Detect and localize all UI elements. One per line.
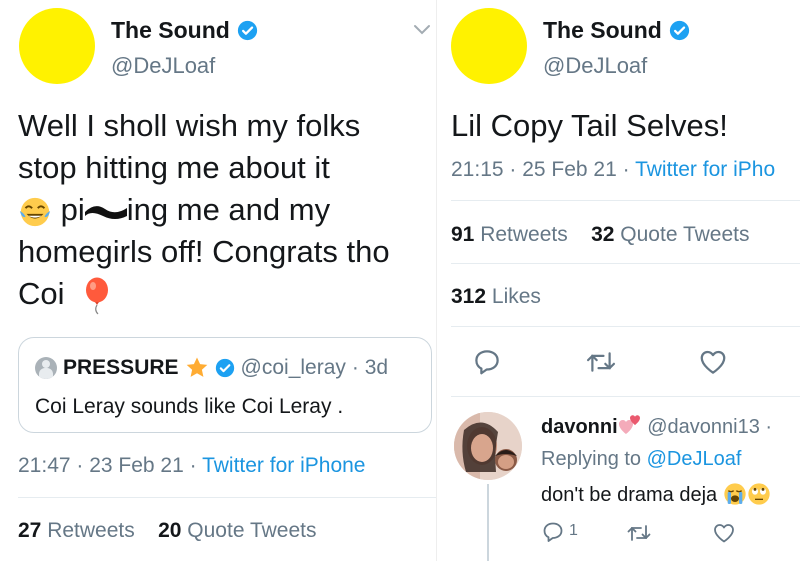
quoted-author-avatar xyxy=(35,357,57,379)
tweet-text: Lil Copy Tail Selves! xyxy=(451,108,728,143)
reply-author-name[interactable]: davonni xyxy=(541,416,618,438)
balloon-emoji xyxy=(86,277,109,315)
divider xyxy=(18,497,436,498)
reply-avatar-photo xyxy=(454,412,522,480)
quoted-author-name: PRESSURE xyxy=(63,356,179,379)
author-handle[interactable]: @DeJLoaf xyxy=(111,53,215,79)
retweet-icon[interactable] xyxy=(626,521,652,545)
retweets-stat[interactable]: 27 Retweets xyxy=(18,519,135,542)
heart-icon[interactable] xyxy=(698,347,728,377)
author-name[interactable]: The Sound xyxy=(543,17,662,44)
tweet-meta: 21:47 · 23 Feb 21 · Twitter for iPhone xyxy=(18,454,365,478)
tweet-timestamp[interactable]: 21:47 · 23 Feb 21 · xyxy=(18,454,202,477)
quoted-time: · 3d xyxy=(351,356,389,379)
quoted-author-handle: @coi_leray xyxy=(240,356,346,379)
reply-text-content: don't be drama deja xyxy=(541,484,718,506)
left-tweet-panel: The Sound @DeJLoaf Well I sholl wish my … xyxy=(0,0,436,561)
loudly-crying-emoji xyxy=(724,483,746,505)
author-name-row[interactable]: The Sound xyxy=(543,17,690,44)
reply-header: davonni @davonni13 · xyxy=(541,414,772,439)
reply-icon[interactable] xyxy=(541,520,565,544)
tweet-timestamp[interactable]: 21:15 · 25 Feb 21 · xyxy=(451,158,635,181)
reply-author-handle[interactable]: @davonni13 · xyxy=(647,416,772,438)
divider xyxy=(451,326,800,327)
quoted-tweet-text: Coi Leray sounds like Coi Leray . xyxy=(35,395,344,418)
verified-badge-icon xyxy=(237,20,257,41)
divider xyxy=(451,396,800,397)
censor-scribble xyxy=(84,205,127,219)
tears-of-joy-emoji xyxy=(19,197,51,226)
chevron-down-icon[interactable] xyxy=(413,24,431,36)
divider xyxy=(451,200,800,201)
author-name[interactable]: The Sound xyxy=(111,17,230,44)
author-handle[interactable]: @DeJLoaf xyxy=(543,53,647,79)
replying-to-handle[interactable]: @DeJLoaf xyxy=(647,448,742,470)
quote-tweets-stat[interactable]: 32 Quote Tweets xyxy=(591,223,749,246)
tweet-stats: 91 Retweets 32 Quote Tweets xyxy=(451,223,750,247)
retweet-icon[interactable] xyxy=(585,347,617,377)
likes-stat[interactable]: 312 Likes xyxy=(451,285,541,309)
tweet-text-line-2: stop hitting me about it xyxy=(18,150,330,185)
tweet-source-link[interactable]: Twitter for iPhone xyxy=(202,454,365,477)
tweet-text-line-5-text: Coi xyxy=(18,276,65,311)
reply-text: don't be drama deja xyxy=(541,482,771,507)
author-name-row[interactable]: The Sound xyxy=(111,17,258,44)
star-emoji xyxy=(186,357,207,377)
heart-icon[interactable] xyxy=(712,521,736,545)
reply-icon[interactable] xyxy=(472,347,502,377)
tweet-text-line-3-rest: ing me and my xyxy=(126,192,331,227)
divider xyxy=(451,263,800,264)
eye-roll-emoji xyxy=(748,483,770,505)
tweet-text-prefix: pi xyxy=(60,192,85,227)
tweet-text-line-5: Coi xyxy=(18,273,111,315)
reply-count: 1 xyxy=(569,522,578,539)
retweets-stat[interactable]: 91 Retweets xyxy=(451,223,568,246)
replying-to-label: Replying to xyxy=(541,448,647,470)
author-avatar[interactable] xyxy=(19,8,95,84)
two-hearts-emoji xyxy=(618,415,640,434)
tweet-text-line-1: Well I sholl wish my folks xyxy=(18,108,361,143)
tweet-stats: 27 Retweets 20 Quote Tweets xyxy=(18,519,317,543)
quote-tweets-stat[interactable]: 20 Quote Tweets xyxy=(158,519,316,542)
tweet-text-line-3: pi ing me and my xyxy=(18,189,330,231)
author-avatar[interactable] xyxy=(451,8,527,84)
verified-badge-icon xyxy=(215,358,234,378)
reply-avatar[interactable] xyxy=(454,412,522,480)
tweet-text-line-4: homegirls off! Congrats tho xyxy=(18,234,390,269)
tweet-meta: 21:15 · 25 Feb 21 · Twitter for iPho xyxy=(451,158,775,182)
thread-line xyxy=(487,484,489,561)
tweet-source-link[interactable]: Twitter for iPho xyxy=(635,158,775,181)
verified-badge-icon xyxy=(669,20,689,41)
replying-to: Replying to @DeJLoaf xyxy=(541,448,741,471)
quoted-tweet-card[interactable]: PRESSURE @coi_leray · 3d Coi Leray sound… xyxy=(18,337,432,433)
quoted-tweet-header: PRESSURE @coi_leray · 3d xyxy=(35,356,388,380)
